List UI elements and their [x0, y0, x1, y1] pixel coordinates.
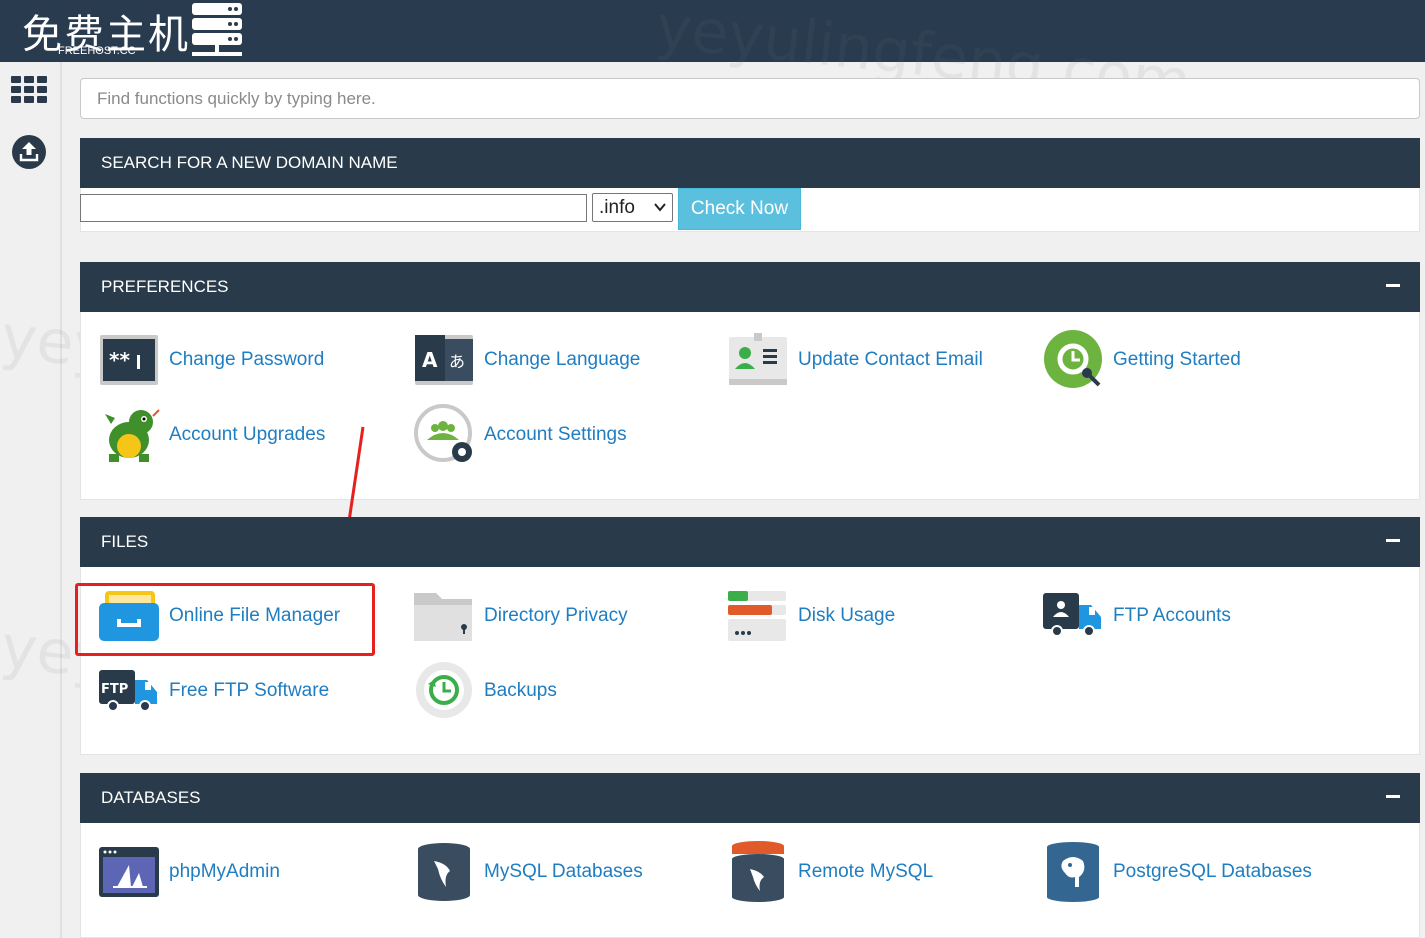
domain-search-header: SEARCH FOR A NEW DOMAIN NAME	[80, 138, 1420, 188]
disk-usage-link[interactable]: Disk Usage	[728, 585, 895, 647]
server-logo-icon	[192, 3, 242, 56]
getting-started-icon	[1043, 329, 1105, 391]
remote-mysql-link[interactable]: Remote MySQL	[728, 841, 933, 903]
files-title: FILES	[101, 532, 149, 551]
collapse-icon[interactable]	[1386, 795, 1400, 798]
svg-text:FTP: FTP	[101, 682, 128, 697]
apps-grid-icon[interactable]	[11, 76, 47, 104]
function-search-input[interactable]	[97, 88, 1403, 109]
postgresql-icon	[1043, 841, 1105, 903]
language-icon: Aあ	[414, 329, 476, 391]
collapse-icon[interactable]	[1386, 284, 1400, 287]
tld-select[interactable]: .info	[592, 193, 673, 222]
ftp-software-icon: FTP	[99, 660, 161, 722]
mysql-databases-link[interactable]: MySQL Databases	[414, 841, 643, 903]
highlight-box	[75, 583, 375, 656]
change-password-label: Change Password	[169, 349, 325, 370]
disk-usage-icon	[728, 585, 790, 647]
svg-text:あ: あ	[449, 352, 465, 371]
mysql-icon	[414, 841, 476, 903]
backups-label: Backups	[484, 680, 557, 701]
dragon-mascot-icon	[99, 404, 161, 466]
directory-privacy-link[interactable]: Directory Privacy	[414, 585, 628, 647]
ftp-truck-icon	[1043, 585, 1105, 647]
account-settings-label: Account Settings	[484, 424, 627, 445]
phpmyadmin-link[interactable]: phpMyAdmin	[99, 841, 280, 903]
top-header: 免费主机 FREEHOST.CC	[0, 0, 1425, 62]
free-ftp-software-link[interactable]: FTP Free FTP Software	[99, 660, 329, 722]
getting-started-link[interactable]: Getting Started	[1043, 329, 1241, 391]
domain-name-input[interactable]	[80, 194, 587, 222]
free-ftp-software-label: Free FTP Software	[169, 680, 330, 701]
tld-selected-value: .info	[599, 196, 635, 218]
svg-text:A: A	[422, 348, 438, 372]
contact-card-icon	[728, 329, 790, 391]
backup-icon	[414, 660, 476, 722]
postgresql-databases-link[interactable]: PostgreSQL Databases	[1043, 841, 1312, 903]
domain-search-title: SEARCH FOR A NEW DOMAIN NAME	[101, 153, 398, 172]
upload-icon[interactable]	[11, 134, 47, 170]
account-upgrades-label: Account Upgrades	[169, 424, 326, 445]
account-settings-link[interactable]: Account Settings	[414, 404, 627, 466]
databases-title: DATABASES	[101, 788, 201, 807]
svg-text:**: **	[109, 348, 130, 372]
getting-started-label: Getting Started	[1113, 349, 1241, 370]
update-contact-email-label: Update Contact Email	[798, 349, 983, 370]
mysql-databases-label: MySQL Databases	[484, 861, 643, 882]
password-icon: **	[99, 329, 161, 391]
function-search-box	[80, 78, 1420, 119]
directory-privacy-label: Directory Privacy	[484, 605, 628, 626]
databases-header[interactable]: DATABASES	[80, 773, 1420, 823]
remote-mysql-icon	[728, 841, 790, 903]
phpmyadmin-icon	[99, 841, 161, 903]
update-contact-email-link[interactable]: Update Contact Email	[728, 329, 983, 391]
ftp-accounts-label: FTP Accounts	[1113, 605, 1231, 626]
ftp-accounts-link[interactable]: FTP Accounts	[1043, 585, 1231, 647]
account-upgrades-link[interactable]: Account Upgrades	[99, 404, 325, 466]
phpmyadmin-label: phpMyAdmin	[169, 861, 280, 882]
preferences-title: PREFERENCES	[101, 277, 229, 296]
account-settings-icon	[414, 404, 476, 466]
change-language-link[interactable]: Aあ Change Language	[414, 329, 640, 391]
preferences-header[interactable]: PREFERENCES	[80, 262, 1420, 312]
change-password-link[interactable]: ** Change Password	[99, 329, 324, 391]
brand-logo-subtitle: FREEHOST.CC	[58, 45, 136, 57]
left-sidebar	[0, 62, 62, 938]
postgresql-databases-label: PostgreSQL Databases	[1113, 861, 1312, 882]
disk-usage-label: Disk Usage	[798, 605, 896, 626]
remote-mysql-label: Remote MySQL	[798, 861, 934, 882]
chevron-down-icon	[654, 203, 666, 212]
collapse-icon[interactable]	[1386, 539, 1400, 542]
files-header[interactable]: FILES	[80, 517, 1420, 567]
folder-lock-icon	[414, 585, 476, 647]
backups-link[interactable]: Backups	[414, 660, 557, 722]
check-now-button[interactable]: Check Now	[678, 188, 801, 230]
change-language-label: Change Language	[484, 349, 641, 370]
